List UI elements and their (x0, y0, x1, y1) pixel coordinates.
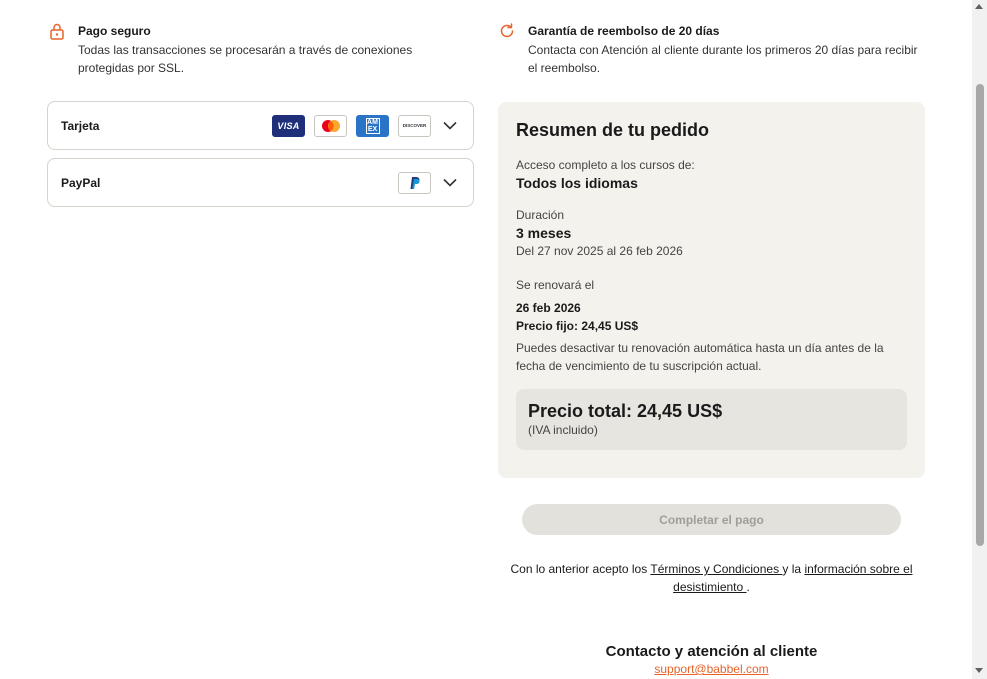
refund-guarantee-info: Garantía de reembolso de 20 días Contact… (498, 22, 918, 77)
renew-label: Se renovará el (516, 278, 595, 292)
summary-title: Resumen de tu pedido (516, 120, 710, 140)
refund-title: Garantía de reembolso de 20 días (528, 24, 720, 38)
access-label: Acceso completo a los cursos de: (516, 158, 695, 172)
support-email-link[interactable]: support@babbel.com (498, 662, 925, 676)
scroll-up-arrow-icon[interactable] (975, 4, 983, 9)
contact-title: Contacto y atención al cliente (605, 643, 818, 660)
legal-middle: y la (782, 562, 805, 576)
renew-date: 26 feb 2026 (516, 301, 581, 315)
refund-desc: Contacta con Atención al cliente durante… (528, 43, 918, 75)
complete-payment-button[interactable]: Completar el pago (522, 504, 901, 535)
legal-prefix: Con lo anterior acepto los (510, 562, 651, 576)
payment-method-paypal[interactable]: PayPal (47, 158, 474, 207)
chevron-down-icon[interactable] (441, 117, 459, 135)
discover-icon: DISCOVER (398, 114, 431, 137)
legal-suffix: . (746, 580, 750, 594)
page-scrollbar[interactable] (972, 0, 987, 679)
access-value: Todos los idiomas (516, 175, 638, 191)
fixed-price: Precio fijo: 24,45 US$ (516, 319, 639, 333)
payment-method-card[interactable]: Tarjeta VISA AM EX DISCOVER (47, 101, 474, 150)
mastercard-icon (314, 114, 347, 137)
legal-text: Con lo anterior acepto los Términos y Co… (498, 560, 925, 596)
vat-note: (IVA incluido) (528, 423, 598, 437)
total-price-box: Precio total: 24,45 US$ (IVA incluido) (516, 389, 907, 450)
renew-note: Puedes desactivar tu renovación automáti… (516, 341, 884, 373)
duration-label: Duración (516, 208, 565, 222)
duration-value: 3 meses (516, 225, 572, 241)
amex-icon: AM EX (356, 114, 389, 137)
secure-payment-title: Pago seguro (78, 24, 151, 38)
secure-payment-desc: Todas las transacciones se procesarán a … (78, 43, 413, 75)
paypal-icon (398, 171, 431, 194)
payment-method-label: PayPal (61, 175, 101, 190)
visa-icon: VISA (272, 114, 305, 137)
secure-payment-info: Pago seguro Todas las transacciones se p… (48, 22, 448, 77)
duration-dates: Del 27 nov 2025 al 26 feb 2026 (516, 244, 683, 258)
total-price: Precio total: 24,45 US$ (528, 401, 723, 421)
lock-icon (48, 22, 68, 42)
payment-method-label: Tarjeta (61, 118, 100, 133)
chevron-down-icon[interactable] (441, 174, 459, 192)
scrollbar-thumb[interactable] (976, 84, 984, 546)
order-summary: Resumen de tu pedido Acceso completo a l… (498, 102, 925, 478)
refresh-icon (498, 22, 518, 42)
scroll-down-arrow-icon[interactable] (975, 668, 983, 673)
terms-link[interactable]: Términos y Condiciones (650, 562, 782, 576)
